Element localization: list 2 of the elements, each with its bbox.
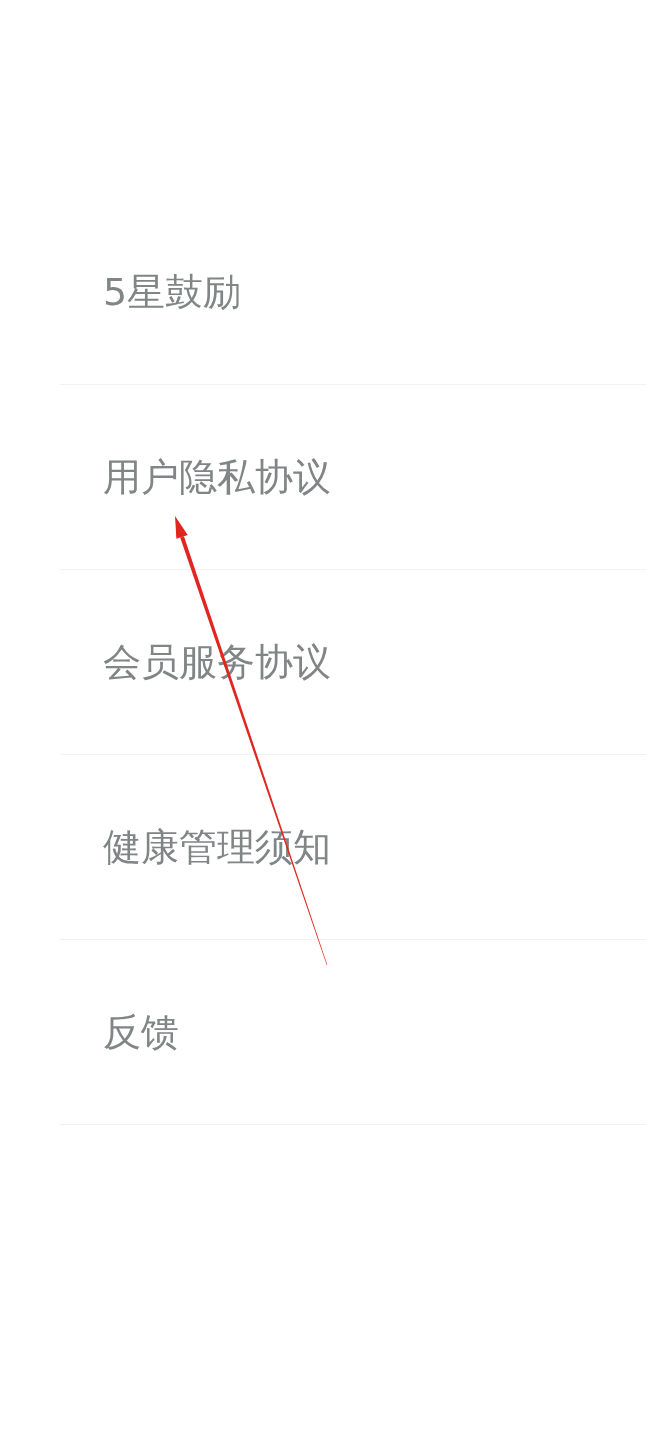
menu-item[interactable]: 反馈: [60, 940, 646, 1125]
menu-item[interactable]: 5星鼓励: [60, 200, 646, 385]
